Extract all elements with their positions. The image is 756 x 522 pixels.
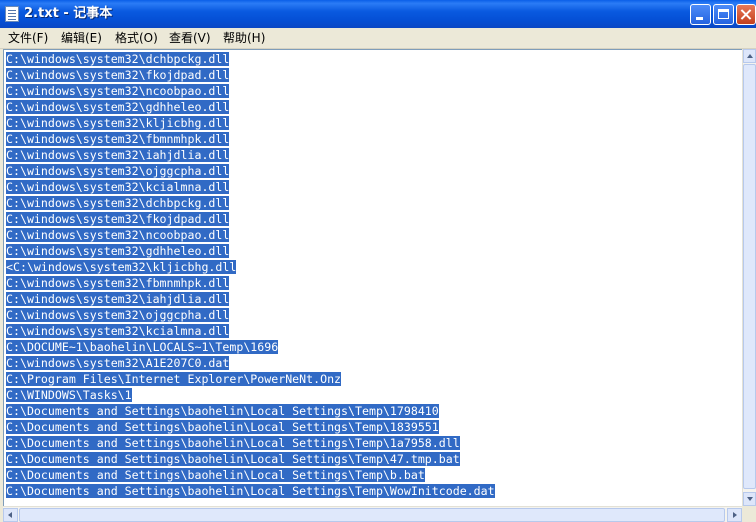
text-line: C:\windows\system32\dchbpckg.dll [6,195,495,211]
selected-text: C:\windows\system32\kcialmna.dll [6,324,230,338]
scroll-up-arrow-icon[interactable] [743,49,756,63]
text-line: <C:\windows\system32\kljicbhg.dll [6,259,495,275]
selected-text: C:\DOCUME~1\baohelin\LOCALS~1\Temp\1696 [6,340,279,354]
text-line: C:\windows\system32\fbmnmhpk.dll [6,131,495,147]
scroll-down-arrow-icon[interactable] [743,492,756,506]
horizontal-scrollbar[interactable] [3,506,742,522]
selected-text: C:\windows\system32\fbmnmhpk.dll [6,132,230,146]
text-line: C:\windows\system32\ncoobpao.dll [6,83,495,99]
selected-text: C:\Documents and Settings\baohelin\Local… [6,468,425,482]
menu-bar: 文件(F) 编辑(E) 格式(O) 查看(V) 帮助(H) [0,28,756,49]
close-button[interactable] [736,4,756,25]
selected-text: C:\Documents and Settings\baohelin\Local… [6,420,439,434]
selected-text: C:\windows\system32\dchbpckg.dll [6,196,230,210]
selected-text: C:\WINDOWS\Tasks\1 [6,388,132,402]
text-editor[interactable]: C:\windows\system32\dchbpckg.dll C:\windo… [3,49,756,506]
menu-format[interactable]: 格式(O) [115,30,158,46]
selected-text: C:\Documents and Settings\baohelin\Local… [6,436,460,450]
text-lines: C:\windows\system32\dchbpckg.dll C:\windo… [6,51,495,499]
text-line: C:\WINDOWS\Tasks\1 [6,387,495,403]
notepad-window: 2.txt - 记事本 文件(F) 编辑(E) 格式(O) 查看(V) 帮助(H… [0,0,756,522]
text-line: C:\windows\system32\iahjdlia.dll [6,291,495,307]
scrollbar-corner [742,506,756,522]
selected-text: C:\windows\system32\A1E207C0.dat [6,356,230,370]
text-line: C:\windows\system32\iahjdlia.dll [6,147,495,163]
menu-file[interactable]: 文件(F) [8,30,48,46]
window-title: 2.txt - 记事本 [24,6,113,21]
menu-help[interactable]: 帮助(H) [223,30,265,46]
selected-text: C:\Program Files\Internet Explorer\Power… [6,372,342,386]
selected-text: C:\windows\system32\fbmnmhpk.dll [6,276,230,290]
text-line: C:\windows\system32\fbmnmhpk.dll [6,275,495,291]
selected-text: C:\windows\system32\dchbpckg.dll [6,52,230,66]
vertical-scrollbar[interactable] [742,49,756,506]
text-line: C:\Documents and Settings\baohelin\Local… [6,451,495,467]
text-line: C:\windows\system32\ojggcpha.dll [6,163,495,179]
scroll-right-arrow-icon[interactable] [727,508,742,522]
menu-view[interactable]: 查看(V) [169,30,211,46]
selected-text: C:\windows\system32\iahjdlia.dll [6,292,230,306]
title-bar[interactable]: 2.txt - 记事本 [0,0,756,28]
selected-text: C:\windows\system32\iahjdlia.dll [6,148,230,162]
text-line: C:\windows\system32\kcialmna.dll [6,179,495,195]
text-line: C:\windows\system32\gdhheleo.dll [6,99,495,115]
text-line: C:\windows\system32\ncoobpao.dll [6,227,495,243]
horizontal-scroll-thumb[interactable] [19,508,725,522]
text-line: C:\windows\system32\fkojdpad.dll [6,211,495,227]
selected-text: C:\windows\system32\fkojdpad.dll [6,68,230,82]
selected-text: C:\windows\system32\ncoobpao.dll [6,84,230,98]
vertical-scroll-thumb[interactable] [743,64,756,489]
text-line: C:\windows\system32\kljicbhg.dll [6,115,495,131]
text-line: C:\windows\system32\kcialmna.dll [6,323,495,339]
selected-text: C:\Documents and Settings\baohelin\Local… [6,452,460,466]
scroll-left-arrow-icon[interactable] [3,508,18,522]
text-line: C:\windows\system32\gdhheleo.dll [6,243,495,259]
text-line: C:\Program Files\Internet Explorer\Power… [6,371,495,387]
text-line: C:\Documents and Settings\baohelin\Local… [6,483,495,499]
menu-edit[interactable]: 编辑(E) [61,30,102,46]
selected-text: C:\Documents and Settings\baohelin\Local… [6,404,439,418]
text-line: C:\windows\system32\fkojdpad.dll [6,67,495,83]
maximize-button[interactable] [713,4,734,25]
selected-text: C:\windows\system32\ncoobpao.dll [6,228,230,242]
selected-text: C:\windows\system32\kljicbhg.dll [6,116,230,130]
selected-text: <C:\windows\system32\kljicbhg.dll [6,260,237,274]
selected-text: C:\Documents and Settings\baohelin\Local… [6,484,495,498]
selected-text: C:\windows\system32\gdhheleo.dll [6,244,230,258]
selected-text: C:\windows\system32\ojggcpha.dll [6,308,230,322]
selected-text: C:\windows\system32\fkojdpad.dll [6,212,230,226]
selected-text: C:\windows\system32\kcialmna.dll [6,180,230,194]
selected-text: C:\windows\system32\ojggcpha.dll [6,164,230,178]
minimize-button[interactable] [690,4,711,25]
text-line: C:\windows\system32\ojggcpha.dll [6,307,495,323]
text-line: C:\Documents and Settings\baohelin\Local… [6,467,495,483]
text-line: C:\Documents and Settings\baohelin\Local… [6,419,495,435]
text-line: C:\windows\system32\dchbpckg.dll [6,51,495,67]
selected-text: C:\windows\system32\gdhheleo.dll [6,100,230,114]
text-line: C:\Documents and Settings\baohelin\Local… [6,403,495,419]
text-line: C:\DOCUME~1\baohelin\LOCALS~1\Temp\1696 [6,339,495,355]
notepad-icon[interactable] [5,6,19,22]
text-line: C:\windows\system32\A1E207C0.dat [6,355,495,371]
text-line: C:\Documents and Settings\baohelin\Local… [6,435,495,451]
